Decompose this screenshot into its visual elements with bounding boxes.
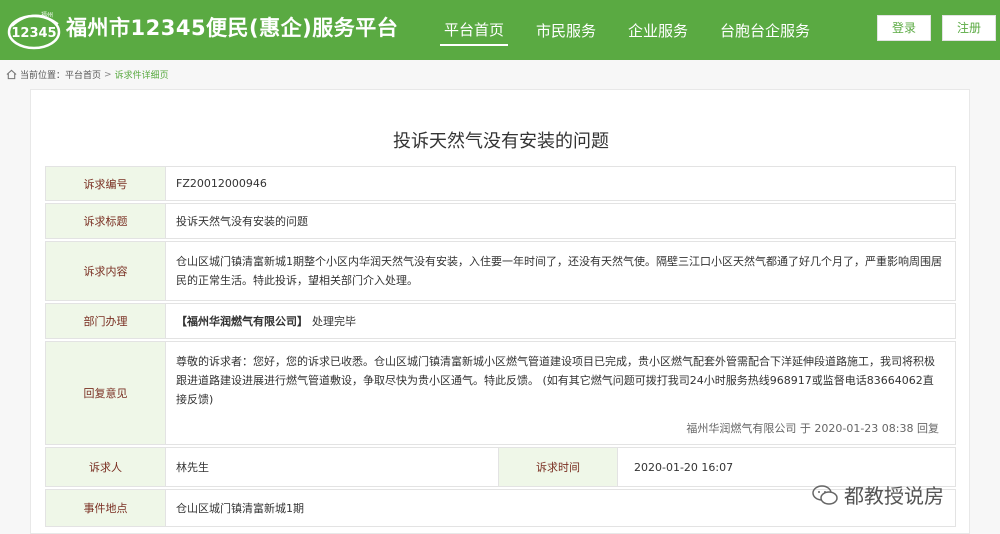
time-label: 诉求时间 <box>498 448 618 486</box>
breadcrumb-home-link[interactable]: 平台首页 <box>65 68 101 81</box>
reply-label: 回复意见 <box>46 342 166 444</box>
number-value: FZ20012000946 <box>176 177 267 190</box>
time-value: 2020-01-20 16:07 <box>634 460 734 474</box>
breadcrumb-prefix: 当前位置： <box>20 71 66 81</box>
breadcrumb-separator: > <box>104 69 112 80</box>
row-department: 部门办理 【福州华润燃气有限公司】 处理完毕 <box>45 303 956 339</box>
detail-panel: 投诉天然气没有安装的问题 诉求编号 FZ20012000946 诉求标题 投诉天… <box>30 89 970 534</box>
row-content: 诉求内容 仓山区城门镇清富新城1期整个小区内华润天然气没有安装，入住要一年时间了… <box>45 241 956 301</box>
site-title: 福州市12345便民(惠企)服务平台 <box>66 16 399 40</box>
location-label: 事件地点 <box>46 490 166 526</box>
main-nav: 平台首页 市民服务 企业服务 台胞台企服务 <box>440 0 838 60</box>
content-value: 仓山区城门镇清富新城1期整个小区内华润天然气没有安装，入住要一年时间了，还没有天… <box>176 255 942 287</box>
dept-company-name: 【福州华润燃气有限公司】 <box>176 314 308 328</box>
number-label: 诉求编号 <box>46 167 166 200</box>
login-button[interactable]: 登录 <box>877 15 931 41</box>
site-logo-icon[interactable]: 12345 福州 <box>6 8 62 52</box>
nav-item-taiwan-service[interactable]: 台胞台企服务 <box>716 16 814 45</box>
dept-status: 处理完毕 <box>312 314 356 328</box>
subject-label: 诉求标题 <box>46 204 166 238</box>
page-title: 投诉天然气没有安装的问题 <box>393 131 609 152</box>
nav-item-enterprise-service[interactable]: 企业服务 <box>624 16 692 45</box>
watermark-text: 都教授说房 <box>844 484 944 508</box>
breadcrumb-current: 诉求件详细页 <box>114 71 169 81</box>
watermark: 都教授说房 <box>812 480 944 509</box>
nav-item-home[interactable]: 平台首页 <box>440 15 509 46</box>
nav-item-citizen-service[interactable]: 市民服务 <box>532 16 600 45</box>
top-header: 12345 福州 福州市12345便民(惠企)服务平台 平台首页 市民服务 企业… <box>0 0 1000 60</box>
dept-value: 【福州华润燃气有限公司】 处理完毕 <box>176 304 943 338</box>
logo-small-text: 福州 <box>41 11 53 19</box>
breadcrumb: 当前位置： 平台首页 > 诉求件详细页 <box>6 68 169 81</box>
wechat-icon <box>812 484 838 505</box>
reply-value: 尊敬的诉求者：您好，您的诉求已收悉。仓山区城门镇清富新城小区燃气管道建设项目已完… <box>176 355 935 406</box>
row-number: 诉求编号 FZ20012000946 <box>45 166 956 201</box>
row-reply: 回复意见 尊敬的诉求者：您好，您的诉求已收悉。仓山区城门镇清富新城小区燃气管道建… <box>45 341 956 445</box>
home-icon <box>6 69 17 80</box>
row-subject: 诉求标题 投诉天然气没有安装的问题 <box>45 203 956 239</box>
logo-text: 12345 <box>11 26 56 41</box>
register-button[interactable]: 注册 <box>942 15 996 41</box>
content-label: 诉求内容 <box>46 242 166 300</box>
requester-label: 诉求人 <box>46 448 166 486</box>
dept-label: 部门办理 <box>46 304 166 338</box>
subject-value: 投诉天然气没有安装的问题 <box>176 214 308 228</box>
requester-value: 林先生 <box>176 460 209 474</box>
reply-meta: 福州华润燃气有限公司 于 2020-01-23 08:38 回复 <box>686 422 939 435</box>
